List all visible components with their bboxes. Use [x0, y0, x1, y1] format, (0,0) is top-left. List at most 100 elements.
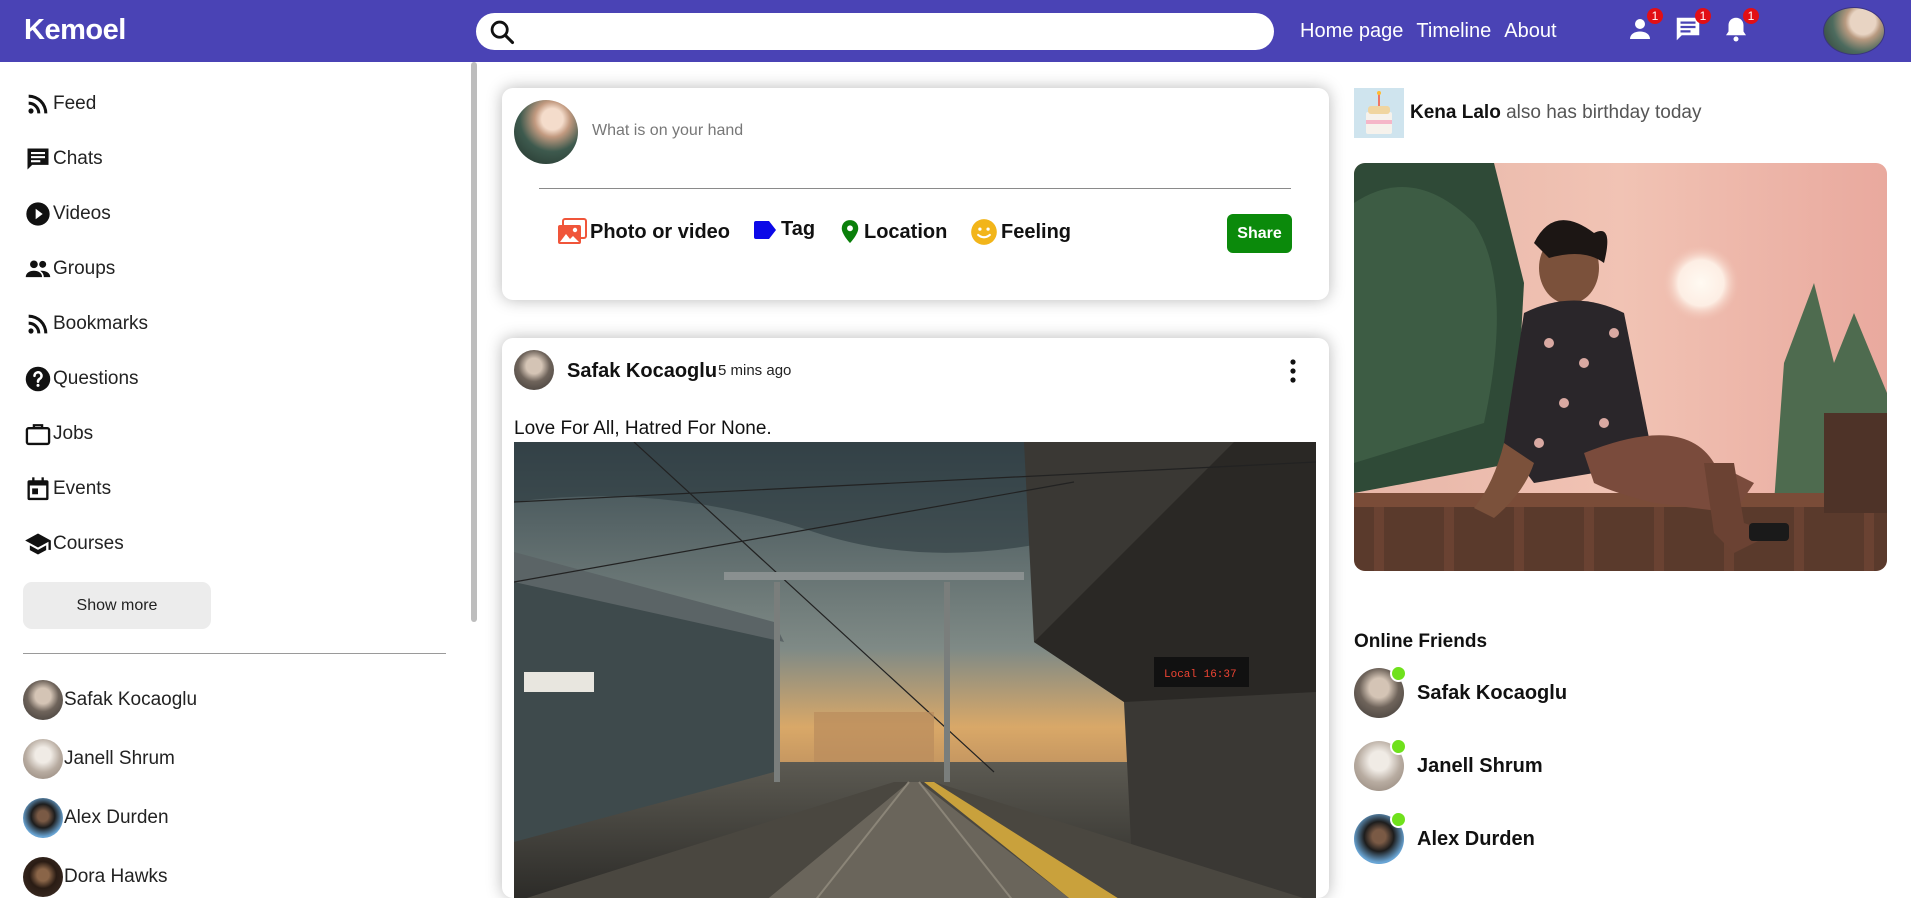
- sidebar-item-label: Chats: [53, 148, 103, 169]
- about-link[interactable]: About: [1504, 20, 1556, 43]
- sidebar-item-feed[interactable]: Feed: [24, 89, 96, 119]
- rss-icon: [28, 94, 48, 114]
- tag-option[interactable]: Tag: [752, 218, 815, 241]
- online-friend-janell[interactable]: Janell Shrum: [1354, 738, 1543, 791]
- calendar-icon: [27, 477, 49, 501]
- sidebar-item-groups[interactable]: Groups: [24, 254, 115, 284]
- sidebar-item-chats[interactable]: Chats: [24, 144, 103, 174]
- avatar[interactable]: [514, 350, 554, 390]
- online-friend-alex[interactable]: Alex Durden: [1354, 811, 1535, 864]
- sidebar-item-jobs[interactable]: Jobs: [24, 419, 93, 449]
- location-label: Location: [864, 220, 948, 243]
- notifications-button[interactable]: 1: [1721, 8, 1759, 44]
- friend-name: Dora Hawks: [64, 866, 168, 887]
- sidebar-item-courses[interactable]: Courses: [24, 529, 124, 559]
- timeline-link[interactable]: Timeline: [1416, 20, 1491, 43]
- sidebar-item-videos[interactable]: Videos: [24, 199, 111, 229]
- post-image[interactable]: Local 16:37: [514, 442, 1316, 898]
- avatar-wrapper: [1354, 738, 1407, 791]
- avatar-wrapper: [1354, 665, 1407, 718]
- online-friend-name: Alex Durden: [1417, 827, 1535, 850]
- sidebar-item-label: Videos: [53, 203, 111, 224]
- online-friend-name: Janell Shrum: [1417, 754, 1543, 777]
- sidebar-item-label: Bookmarks: [53, 313, 149, 334]
- feeling-label: Feeling: [1001, 220, 1072, 243]
- avatar: [23, 739, 63, 779]
- tag-label: Tag: [781, 218, 816, 240]
- sidebar-item-label: Questions: [53, 368, 139, 389]
- school-icon: [25, 533, 51, 555]
- avatar[interactable]: [514, 100, 578, 164]
- birthday-notice: Kena Lalo also has birthday today: [1410, 102, 1702, 124]
- app-logo[interactable]: Kemoel: [24, 14, 126, 47]
- search-bar: [476, 13, 1274, 50]
- location-option[interactable]: Location: [839, 218, 947, 246]
- location-icon: [841, 220, 859, 243]
- friend-requests-badge: 1: [1647, 8, 1663, 24]
- share-divider: [539, 188, 1291, 189]
- chat-icon: [27, 148, 49, 170]
- sidebar-item-label: Groups: [53, 258, 116, 279]
- share-button[interactable]: Share: [1227, 214, 1292, 253]
- post-input[interactable]: [592, 118, 1272, 144]
- friend-item-safak[interactable]: Safak Kocaoglu: [23, 680, 197, 720]
- featured-image[interactable]: [1354, 163, 1887, 571]
- friend-name: Janell Shrum: [64, 748, 175, 769]
- post-timestamp: 5 mins ago: [718, 362, 792, 379]
- share-card: Photo or video Tag Location Feeling Shar…: [502, 88, 1329, 300]
- post-card: Safak Kocaoglu 5 mins ago Love For All, …: [502, 338, 1329, 898]
- home-page-link[interactable]: Home page: [1300, 20, 1403, 43]
- show-more-button[interactable]: Show more: [23, 582, 211, 629]
- avatar-wrapper: [1354, 811, 1407, 864]
- sidebar-item-label: Events: [53, 478, 112, 499]
- birthday-name[interactable]: Kena Lalo: [1410, 102, 1501, 123]
- avatar: [23, 857, 63, 897]
- sidebar-item-label: Courses: [53, 533, 124, 554]
- search-icon: [490, 20, 515, 45]
- friend-item-janell[interactable]: Janell Shrum: [23, 739, 175, 779]
- play-icon: [26, 202, 50, 226]
- more-vertical-icon[interactable]: [1287, 358, 1299, 384]
- avatar: [23, 798, 63, 838]
- photo-icon: [558, 218, 587, 244]
- online-status-dot: [1390, 738, 1407, 755]
- messages-badge: 1: [1695, 8, 1711, 24]
- sidebar-item-label: Jobs: [53, 423, 94, 444]
- sidebar-scrollbar[interactable]: [471, 62, 477, 622]
- feeling-option[interactable]: Feeling: [970, 218, 1071, 246]
- photo-video-label: Photo or video: [590, 220, 730, 243]
- sidebar-item-bookmarks[interactable]: Bookmarks: [24, 309, 148, 339]
- notifications-badge: 1: [1743, 8, 1759, 24]
- post-author[interactable]: Safak Kocaoglu: [567, 360, 717, 383]
- photo-video-option[interactable]: Photo or video: [557, 218, 730, 246]
- post-text: Love For All, Hatred For None.: [514, 418, 772, 439]
- sidebar-item-events[interactable]: Events: [24, 474, 111, 504]
- sidebar-item-label: Feed: [53, 93, 97, 114]
- online-status-dot: [1390, 811, 1407, 828]
- group-icon: [25, 260, 51, 278]
- friend-item-alex[interactable]: Alex Durden: [23, 798, 169, 838]
- birthday-message: also has birthday today: [1500, 102, 1702, 123]
- profile-avatar[interactable]: [1823, 7, 1885, 55]
- svg-text:Local 16:37: Local 16:37: [1164, 669, 1237, 681]
- top-links: Home page Timeline About: [1300, 20, 1557, 43]
- help-icon: [25, 366, 51, 392]
- sidebar-divider: [23, 653, 446, 654]
- online-friend-safak[interactable]: Safak Kocaoglu: [1354, 665, 1568, 718]
- friend-name: Alex Durden: [64, 807, 169, 828]
- tag-icon: [754, 220, 776, 239]
- search-input[interactable]: [524, 17, 1254, 46]
- briefcase-icon: [25, 424, 51, 446]
- birthday-cake-icon: [1354, 88, 1404, 138]
- rss-icon: [28, 314, 48, 334]
- friend-requests-button[interactable]: 1: [1625, 8, 1663, 44]
- topbar: Kemoel Home page Timeline About 1 1 1: [0, 0, 1911, 62]
- avatar: [23, 680, 63, 720]
- online-status-dot: [1390, 665, 1407, 682]
- sidebar-item-questions[interactable]: Questions: [24, 364, 139, 394]
- online-friend-name: Safak Kocaoglu: [1417, 681, 1568, 704]
- friend-name: Safak Kocaoglu: [64, 689, 198, 710]
- friend-item-dora[interactable]: Dora Hawks: [23, 857, 167, 897]
- messages-button[interactable]: 1: [1673, 8, 1711, 44]
- online-friends-title: Online Friends: [1354, 631, 1488, 652]
